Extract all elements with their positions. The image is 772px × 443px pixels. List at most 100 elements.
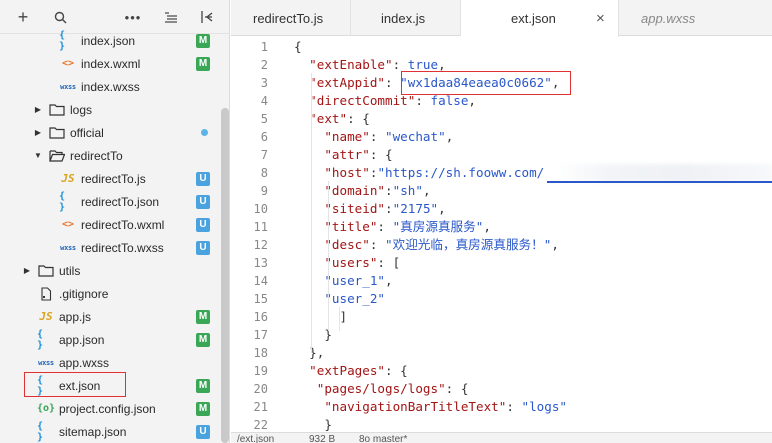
modified-badge: M: [196, 56, 210, 71]
code-line[interactable]: "pages/logs/logs": {: [294, 380, 469, 398]
code-line[interactable]: },: [294, 344, 324, 362]
file-explorer: + ••• { } index.json M <> index.wxml Mwxss ind…: [0, 0, 230, 443]
code-line[interactable]: "siteid":"2175",: [294, 200, 445, 218]
indent-guide: [339, 307, 340, 331]
line-number: 22: [253, 418, 268, 432]
chevron-right-icon[interactable]: ▶: [22, 266, 32, 276]
chevron-right-icon[interactable]: ▶: [33, 105, 43, 115]
js-file-icon: JS: [61, 172, 75, 185]
wxml-file-icon: <>: [61, 58, 75, 69]
chevron-right-icon[interactable]: ▶: [33, 128, 43, 138]
line-number: 20: [253, 382, 268, 396]
code-token: "pages/logs/logs": [316, 381, 446, 396]
file-tree-item[interactable]: ▼ redirectTo: [0, 144, 220, 167]
search-icon[interactable]: [51, 8, 69, 26]
chevron-down-icon[interactable]: ▼: [33, 151, 43, 161]
code-line[interactable]: "extPages": {: [294, 362, 408, 380]
code-line[interactable]: {: [294, 38, 302, 56]
file-tree-item[interactable]: wxss redirectTo.wxss U: [0, 236, 220, 259]
tab-ext-json[interactable]: ext.json ×: [461, 0, 619, 37]
file-tree-item[interactable]: ▶ official: [0, 121, 220, 144]
file-tree-item[interactable]: { } app.json M: [0, 328, 220, 351]
status-size: 932 B: [309, 434, 336, 443]
file-tree-label: redirectTo.json: [81, 194, 160, 209]
line-number: 2: [260, 58, 268, 72]
file-tree-item[interactable]: wxss index.wxss: [0, 75, 220, 98]
file-tree-label: logs: [70, 102, 93, 117]
file-tree-item[interactable]: ▶ logs: [0, 98, 220, 121]
line-number: 10: [253, 202, 268, 216]
more-icon[interactable]: •••: [124, 8, 142, 26]
code-token: "directCommit": [309, 93, 416, 108]
outline-icon[interactable]: [162, 8, 180, 26]
close-icon[interactable]: ×: [596, 10, 605, 27]
code-token: "真房源真服务": [392, 219, 484, 234]
code-token: "name": [324, 129, 370, 144]
file-tree-item[interactable]: <> redirectTo.wxml U: [0, 213, 220, 236]
tab-index-js[interactable]: index.js: [351, 0, 461, 36]
file-tree-item[interactable]: .gitignore: [0, 282, 220, 305]
code-token: "wechat": [385, 129, 446, 144]
status-branch[interactable]: 8o master*: [359, 435, 407, 443]
line-number: 5: [260, 112, 268, 126]
code-line[interactable]: "host":"https://sh.fooww.com/: [294, 164, 544, 182]
code-editor[interactable]: 1 2 3 4 5 6 7 8 9 10 11 12 13 14 15 16 17 18 19 20 21 22 { "e…: [231, 37, 772, 432]
collapse-icon[interactable]: [198, 8, 216, 26]
code-line[interactable]: }: [294, 416, 332, 432]
code-token: "title": [324, 219, 378, 234]
code-token: "siteid": [324, 201, 386, 216]
file-tree-item[interactable]: { } index.json M: [0, 29, 220, 52]
code-token: "extEnable": [309, 57, 393, 72]
line-number: 6: [260, 130, 268, 144]
file-tree-label: app.wxss: [59, 355, 110, 370]
selected-file-highlight: [24, 372, 126, 397]
code-token: ,: [551, 237, 559, 252]
code-line[interactable]: "domain":"sh",: [294, 182, 430, 200]
code-line[interactable]: "title": "真房源真服务",: [294, 218, 491, 236]
code-token: "https://sh.fooww.com/: [377, 165, 545, 180]
file-tree-item[interactable]: JS redirectTo.js U: [0, 167, 220, 190]
code-line[interactable]: "attr": {: [294, 146, 392, 164]
code-token: ,: [445, 129, 454, 144]
file-tree-label: app.js: [59, 309, 92, 324]
file-tree-item[interactable]: {o} project.config.json M: [0, 397, 220, 420]
file-tree-label: project.config.json: [59, 401, 156, 416]
line-number: 4: [260, 94, 268, 108]
line-number: 18: [253, 346, 268, 360]
code-line[interactable]: "users": [: [294, 254, 400, 272]
code-token: false: [430, 93, 469, 108]
code-token: ,: [385, 273, 393, 288]
file-tree-label: redirectTo: [70, 148, 123, 163]
plus-icon[interactable]: +: [14, 8, 32, 26]
wxml-file-icon: <>: [61, 219, 75, 230]
code-token: "sh": [392, 183, 423, 198]
code-line[interactable]: "desc": "欢迎光临，真房源真服务！",: [294, 236, 559, 254]
code-line[interactable]: }: [294, 326, 332, 344]
file-tree-item[interactable]: <> index.wxml M: [0, 52, 220, 75]
file-tree-item[interactable]: wxss app.wxss: [0, 351, 220, 374]
code-line[interactable]: "user_1",: [294, 272, 393, 290]
sidebar-scrollbar[interactable]: [221, 108, 229, 443]
file-tree-item[interactable]: { } sitemap.json U: [0, 420, 220, 443]
tab-app-wxss[interactable]: app.wxss: [619, 0, 772, 36]
code-token: "2175": [392, 201, 439, 216]
code-line[interactable]: "ext": {: [294, 110, 370, 128]
code-line[interactable]: "name": "wechat",: [294, 128, 453, 146]
code-token: "ext": [309, 111, 348, 126]
status-file: /ext.json: [237, 434, 275, 443]
code-line[interactable]: "user_2": [294, 290, 385, 308]
tab-redirectto-js[interactable]: redirectTo.js: [231, 0, 351, 36]
line-number: 11: [253, 220, 268, 234]
code-line[interactable]: "navigationBarTitleText": "logs": [294, 398, 567, 416]
file-tree-item[interactable]: JS app.js M: [0, 305, 220, 328]
file-tree-item[interactable]: { } redirectTo.json U: [0, 190, 220, 213]
json-file-icon: { }: [59, 29, 66, 52]
file-tree-item[interactable]: ▶ utils: [0, 259, 220, 282]
